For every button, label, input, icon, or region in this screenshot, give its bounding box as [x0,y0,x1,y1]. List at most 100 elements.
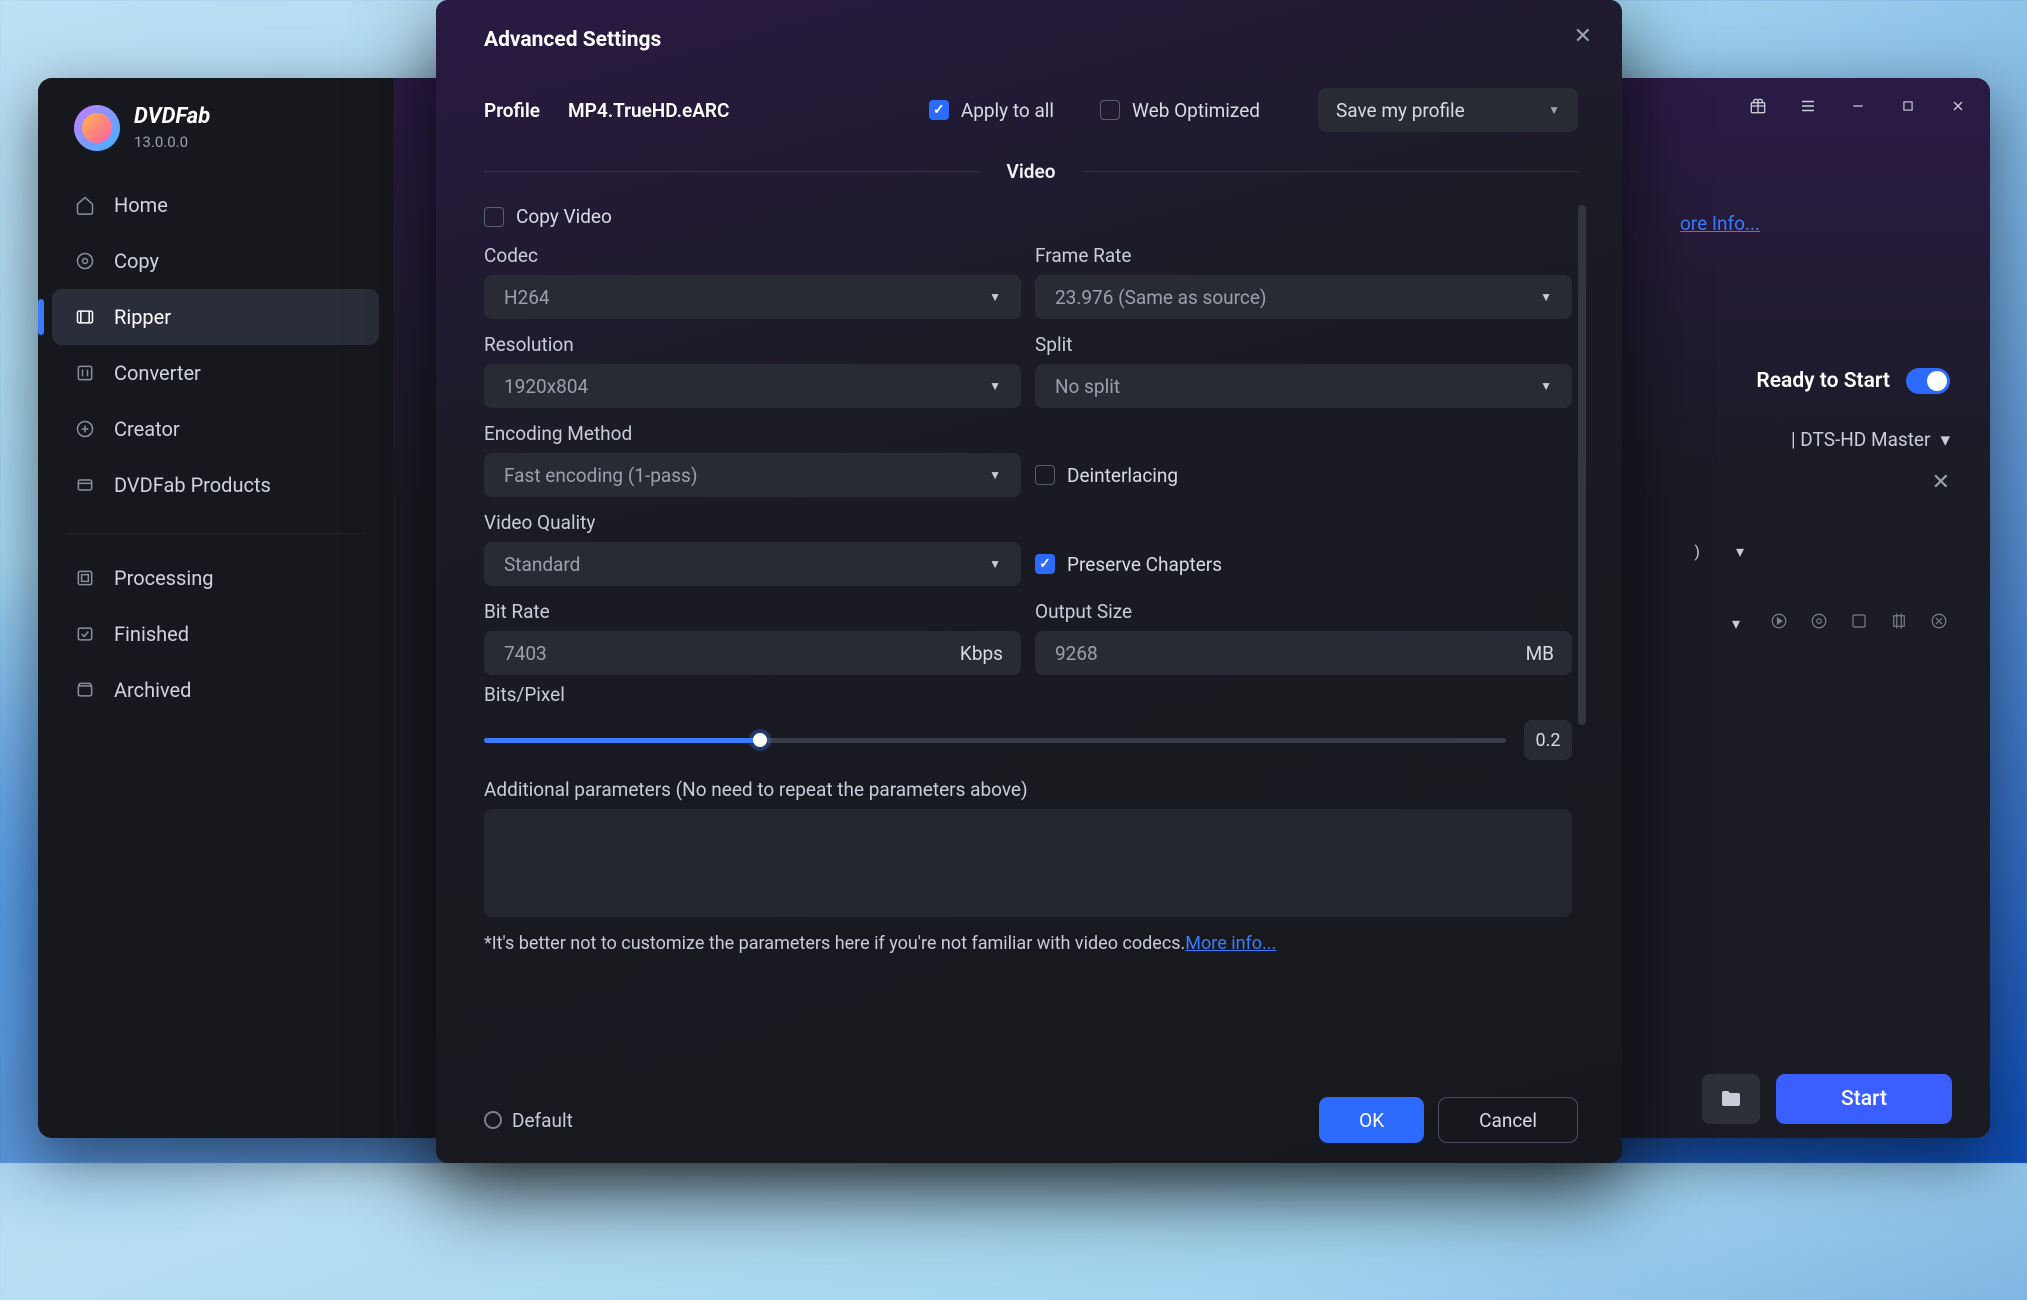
select-value: H264 [504,286,550,309]
remove-icon[interactable] [1928,610,1950,632]
quality-label: Video Quality [484,511,1021,534]
converter-icon [74,362,96,384]
products-icon [74,474,96,496]
crop-icon[interactable] [1888,610,1910,632]
split-label: Split [1035,333,1572,356]
checkbox-label: Web Optimized [1132,99,1260,122]
gift-icon[interactable] [1736,86,1780,126]
more-info-link[interactable]: ore Info... [1680,212,1760,235]
radio-icon [484,1111,502,1129]
profile-label: Profile [484,99,540,122]
sidebar-item-ripper[interactable]: Ripper [52,289,379,345]
bitspixel-slider[interactable] [484,738,1506,743]
framerate-select[interactable]: 23.976 (Same as source) ▼ [1035,275,1572,319]
nav-label: Creator [114,417,180,441]
bitrate-input[interactable] [484,631,1021,675]
framerate-label: Frame Rate [1035,244,1572,267]
chevron-down-icon: ▼ [1548,103,1560,117]
codec-select[interactable]: H264 ▼ [484,275,1021,319]
copy-video-checkbox[interactable]: Copy Video [484,205,1572,228]
sidebar-item-converter[interactable]: Converter [52,345,379,401]
ripper-icon [74,306,96,328]
nav-label: Finished [114,622,189,646]
app-version: 13.0.0.0 [134,133,210,151]
item-remove-icon[interactable]: ✕ [1932,470,1950,495]
sidebar-item-creator[interactable]: Creator [52,401,379,457]
profile-name: MP4.TrueHD.eARC [568,99,729,122]
chevron-down-icon[interactable]: ▾ [1736,542,1744,561]
select-value: Fast encoding (1-pass) [504,464,697,487]
bitrate-label: Bit Rate [484,600,1021,623]
web-optimized-checkbox[interactable]: Web Optimized [1100,99,1260,122]
scrollbar[interactable] [1578,205,1586,725]
additional-params-label: Additional parameters (No need to repeat… [484,778,1572,801]
nav-label: DVDFab Products [114,473,271,497]
outputsize-input[interactable] [1035,631,1572,675]
select-value: No split [1055,375,1120,398]
checkbox-icon [1035,465,1055,485]
apply-to-all-checkbox[interactable]: Apply to all [929,99,1054,122]
more-info-link[interactable]: More info... [1185,933,1276,954]
chevron-down-icon[interactable]: ▾ [1732,614,1740,633]
menu-icon[interactable] [1786,86,1830,126]
sidebar-item-home[interactable]: Home [52,177,379,233]
checkbox-icon [929,100,949,120]
ready-toggle[interactable] [1906,368,1950,394]
codec-note: *It's better not to customize the parame… [484,933,1572,954]
outputsize-label: Output Size [1035,600,1572,623]
bitspixel-value: 0.2 [1524,720,1572,760]
default-label: Default [512,1109,573,1132]
resolution-select[interactable]: 1920x804 ▼ [484,364,1021,408]
encoding-select[interactable]: Fast encoding (1-pass) ▼ [484,453,1021,497]
sidebar: DVDFab 13.0.0.0 Home Copy Ripper Convert… [38,78,394,1138]
ready-to-start-label: Ready to Start [1756,369,1890,393]
nav-label: Archived [114,678,191,702]
home-icon [74,194,96,216]
checkbox-label: Preserve Chapters [1067,553,1222,576]
checkbox-label: Apply to all [961,99,1054,122]
sidebar-item-finished[interactable]: Finished [52,606,379,662]
default-option[interactable]: Default [484,1109,573,1132]
chevron-down-icon: ▼ [989,468,1001,482]
copy-icon [74,250,96,272]
preserve-chapters-checkbox[interactable]: Preserve Chapters [1035,542,1572,586]
chevron-down-icon[interactable]: ▾ [1940,428,1950,451]
split-select[interactable]: No split ▼ [1035,364,1572,408]
item-action-icons [1768,610,1950,632]
cancel-button[interactable]: Cancel [1438,1097,1578,1143]
sidebar-item-archived[interactable]: Archived [52,662,379,718]
additional-params-input[interactable] [484,809,1572,917]
select-value: 23.976 (Same as source) [1055,286,1267,309]
sidebar-item-copy[interactable]: Copy [52,233,379,289]
dropdown-value: Save my profile [1336,99,1465,122]
checkbox-icon [1035,554,1055,574]
save-profile-dropdown[interactable]: Save my profile ▼ [1318,88,1578,132]
sidebar-item-products[interactable]: DVDFab Products [52,457,379,513]
codec-label: Codec [484,244,1021,267]
start-button[interactable]: Start [1776,1074,1952,1124]
slider-thumb[interactable] [753,733,767,747]
nav-label: Home [114,193,168,217]
nav-label: Converter [114,361,201,385]
quality-select[interactable]: Standard ▼ [484,542,1021,586]
bitspixel-label: Bits/Pixel [484,683,1572,706]
sidebar-item-processing[interactable]: Processing [52,550,379,606]
maximize-button[interactable] [1886,86,1930,126]
play-icon[interactable] [1768,610,1790,632]
nav-divider [66,533,365,534]
processing-icon [74,567,96,589]
output-folder-button[interactable] [1702,1074,1760,1124]
minimize-button[interactable] [1836,86,1880,126]
checkbox-label: Copy Video [516,205,612,228]
dialog-footer: Default OK Cancel [484,1097,1578,1143]
ok-button[interactable]: OK [1319,1097,1424,1143]
logo-icon [74,105,120,151]
settings-icon[interactable] [1808,610,1830,632]
nav-label: Copy [114,249,159,273]
start-button-label: Start [1841,1087,1887,1111]
edit-icon[interactable] [1848,610,1870,632]
section-label: Video [1007,160,1056,183]
dialog-close-button[interactable]: ✕ [1574,24,1592,49]
close-button[interactable] [1936,86,1980,126]
deinterlacing-checkbox[interactable]: Deinterlacing [1035,453,1572,497]
